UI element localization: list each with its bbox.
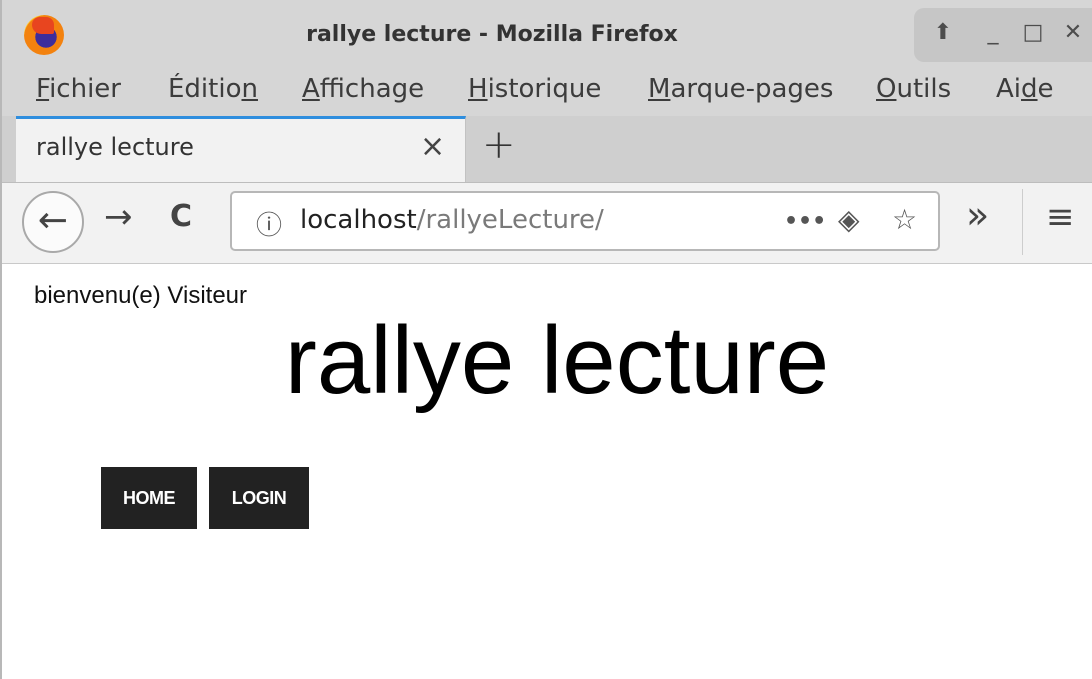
overflow-menu-icon[interactable]: »	[966, 193, 989, 237]
menu-item-edition[interactable]: Édition	[168, 74, 258, 104]
title-bar: rallye lecture - Mozilla Firefox ⬆ _ □ ✕	[2, 0, 1092, 76]
tab-bar: rallye lecture × +	[2, 116, 1092, 183]
window-controls: ⬆ _ □ ✕	[914, 8, 1092, 62]
menu-item-outils[interactable]: Outils	[876, 74, 951, 104]
reload-icon[interactable]: C	[170, 199, 192, 234]
navigation-toolbar: ← → C ⓘ localhost/rallyeLecture/ ••• ◈ ☆…	[2, 183, 1092, 264]
url-bar[interactable]: ⓘ localhost/rallyeLecture/ ••• ◈ ☆	[230, 191, 940, 251]
welcome-message: bienvenu(e) Visiteur	[34, 282, 248, 309]
back-button[interactable]: ←	[22, 191, 84, 253]
window-title: rallye lecture - Mozilla Firefox	[306, 22, 678, 47]
forward-icon[interactable]: →	[104, 197, 133, 237]
restore-window-button[interactable]: ⬆	[928, 18, 958, 48]
menu-item-fichier[interactable]: Fichier	[36, 74, 121, 104]
menu-item-aide[interactable]: Aide	[996, 74, 1054, 104]
login-button[interactable]: LOGIN	[209, 467, 309, 529]
page-content: bienvenu(e) Visiteur rallye lecture HOME…	[14, 264, 1092, 679]
toolbar-separator	[1022, 189, 1023, 255]
menu-bar: Fichier Édition Affichage Historique Mar…	[2, 66, 1092, 116]
close-window-button[interactable]: ✕	[1058, 18, 1088, 48]
tab-title: rallye lecture	[36, 133, 194, 161]
menu-item-affichage[interactable]: Affichage	[302, 74, 424, 104]
menu-item-historique[interactable]: Historique	[468, 74, 601, 104]
bookmark-star-icon[interactable]: ☆	[892, 203, 917, 236]
site-info-icon[interactable]: ⓘ	[256, 205, 282, 242]
browser-window: rallye lecture - Mozilla Firefox ⬆ _ □ ✕…	[0, 0, 1092, 679]
home-button[interactable]: HOME	[101, 467, 197, 529]
maximize-window-button[interactable]: □	[1018, 18, 1048, 48]
close-tab-icon[interactable]: ×	[420, 129, 445, 164]
tab-rallye-lecture[interactable]: rallye lecture ×	[16, 116, 466, 182]
page-actions-icon[interactable]: •••	[784, 209, 826, 234]
url-text[interactable]: localhost/rallyeLecture/	[300, 205, 604, 235]
hamburger-menu-icon[interactable]: ≡	[1046, 197, 1075, 237]
site-title: rallye lecture	[284, 307, 830, 414]
minimize-window-button[interactable]: _	[978, 18, 1008, 48]
new-tab-icon[interactable]: +	[482, 122, 516, 168]
menu-item-marque-pages[interactable]: Marque-pages	[648, 74, 833, 104]
pocket-icon[interactable]: ◈	[838, 203, 860, 236]
